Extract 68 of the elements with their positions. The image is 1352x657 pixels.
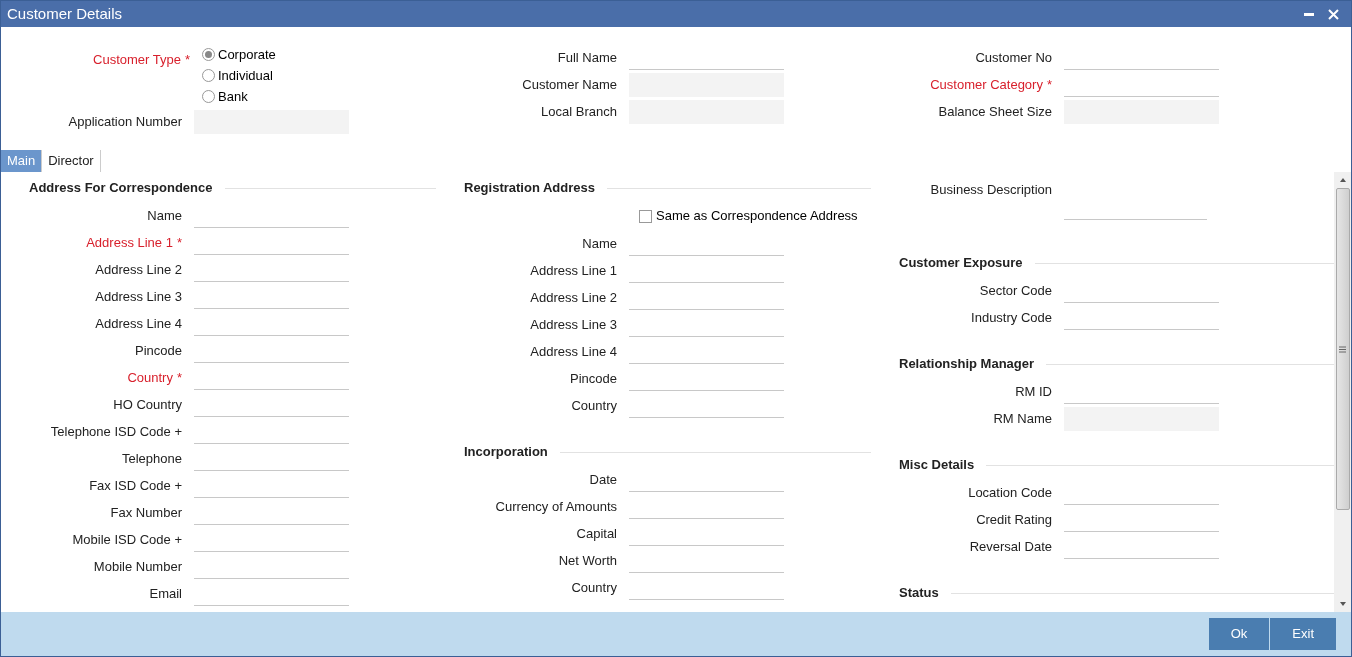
close-icon <box>1327 8 1339 20</box>
field-label: Customer Type * <box>92 51 191 69</box>
scrollbar[interactable] <box>1334 172 1351 612</box>
section-heading: Incorporation <box>464 443 549 462</box>
field-label: Credit Rating <box>975 510 1053 529</box>
window-title: Customer Details <box>7 3 124 24</box>
field-label: Name <box>146 206 183 225</box>
scroll-up-icon <box>1339 178 1346 182</box>
scrollbar-thumb[interactable] <box>1335 188 1350 510</box>
field-label: Currency of Amounts <box>494 497 618 516</box>
checkbox[interactable] <box>639 209 652 223</box>
field-label: Customer Name <box>521 75 618 94</box>
field-label: Date <box>588 470 618 489</box>
field-label: Sector Code <box>978 281 1053 300</box>
field-label: Reversal Date <box>968 537 1053 556</box>
radio-option[interactable]: Corporate <box>202 44 276 65</box>
section-heading: Status <box>899 584 940 603</box>
field-label: Address Line 2 <box>94 260 183 279</box>
field-label: Business Description <box>929 181 1053 199</box>
radio-button[interactable] <box>202 69 215 82</box>
field-label: Telephone ISD Code + <box>49 422 183 441</box>
field-label: Name <box>581 234 618 253</box>
field-label: HO Country <box>112 395 183 414</box>
field-label: Mobile Number <box>92 557 183 576</box>
field-label: Customer No <box>974 48 1053 67</box>
field-label: Net Worth <box>557 551 618 570</box>
field-label: Address Line 3 <box>529 315 618 334</box>
minimize-icon <box>1304 12 1314 16</box>
checkbox-option[interactable]: Same as Correspondence Address <box>639 206 858 226</box>
field-label: Fax Number <box>109 503 183 522</box>
field-label: Mobile ISD Code + <box>71 530 183 549</box>
field-label: Address Line 1 <box>529 261 618 280</box>
field-label: Local Branch <box>540 102 618 121</box>
field-label: Pincode <box>134 341 183 360</box>
radio-button[interactable] <box>202 48 215 61</box>
section-heading: Relationship Manager <box>899 355 1036 374</box>
field-label: Email <box>148 584 183 603</box>
grip-icon <box>1339 345 1346 353</box>
field-label: Industry Code <box>970 308 1053 327</box>
field-label: Country <box>570 396 618 415</box>
field-label: Address Line 2 <box>529 288 618 307</box>
section-heading: Customer Exposure <box>899 254 1024 273</box>
field-label: RM Name <box>992 409 1053 428</box>
field-label: Location Code <box>967 483 1053 502</box>
scroll-down-icon <box>1339 602 1346 606</box>
section-heading: Address For Correspondence <box>29 179 214 198</box>
field-label: Pincode <box>569 369 618 388</box>
field-label: Address Line 1 * <box>85 233 183 252</box>
field-label: Full Name <box>556 48 618 67</box>
field-label: RM ID <box>1014 382 1053 401</box>
footer-button[interactable]: Ok <box>1208 618 1271 650</box>
field-label: Address Line 3 <box>94 287 183 306</box>
radio-option[interactable]: Individual <box>202 65 276 86</box>
field-label: Application Number <box>67 112 183 131</box>
footer-button[interactable]: Exit <box>1270 618 1337 650</box>
field-label: Capital <box>575 524 618 543</box>
field-label: Country * <box>126 368 183 387</box>
field-label: Customer Category * <box>929 75 1053 94</box>
section-heading: Registration Address <box>464 179 596 198</box>
section-heading: Misc Details <box>899 456 976 475</box>
field-label: Country <box>570 578 618 597</box>
radio-option[interactable]: Bank <box>202 86 276 107</box>
field-label: Balance Sheet Size <box>937 102 1053 121</box>
field-label: Address Line 4 <box>529 342 618 361</box>
field-label: Fax ISD Code + <box>88 476 183 495</box>
radio-button[interactable] <box>202 90 215 103</box>
field-label: Telephone <box>121 449 183 468</box>
field-label: Address Line 4 <box>94 314 183 333</box>
